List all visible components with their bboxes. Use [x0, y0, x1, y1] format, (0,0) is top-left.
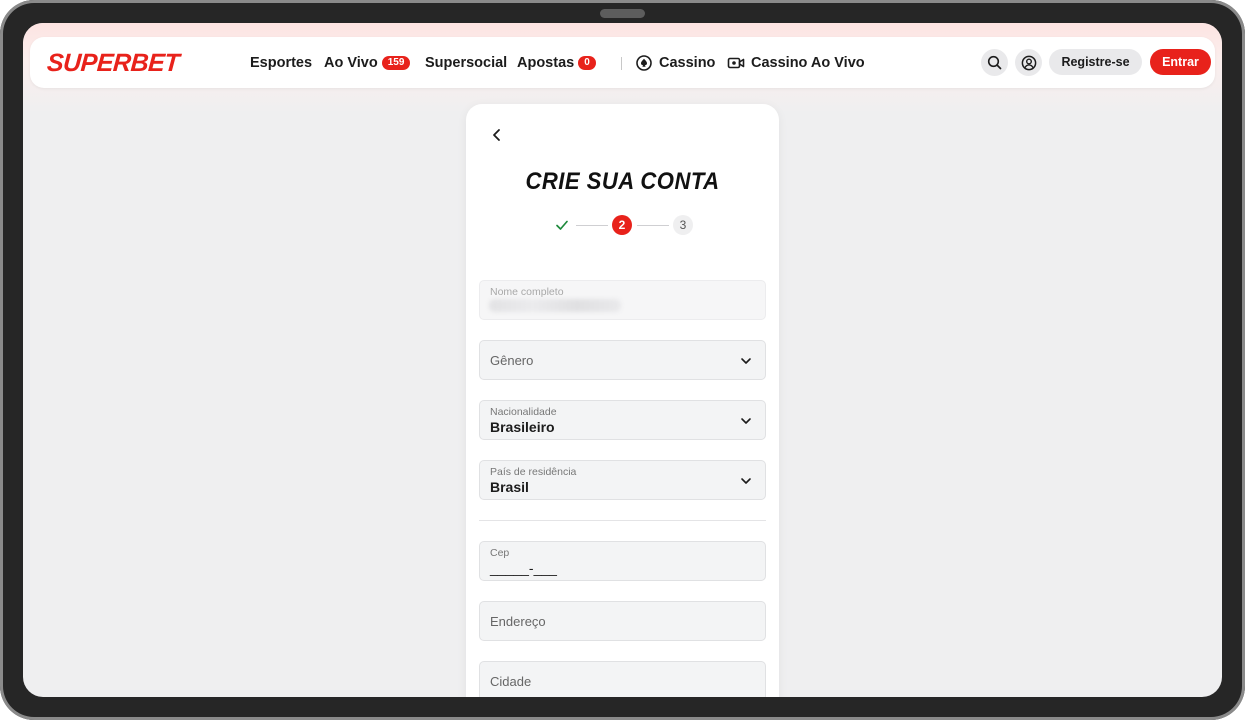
nav-esportes-label: Esportes: [250, 55, 313, 71]
chevron-down-icon: [741, 418, 751, 424]
chevron-down-icon: [741, 478, 751, 484]
cep-input[interactable]: Cep _____-___: [479, 541, 766, 581]
step-1-completed: [553, 216, 571, 234]
check-icon: [556, 220, 568, 230]
nav-apostas[interactable]: Apostas 0: [517, 52, 596, 74]
residence-country-select[interactable]: País de residência Brasil: [479, 460, 766, 500]
screen: SUPERBET Esportes Ao Vivo 159 Supersocia…: [23, 23, 1222, 697]
full-name-field[interactable]: Nome completo: [479, 280, 766, 320]
nav-apostas-label: Apostas: [517, 55, 575, 71]
nav-cassino[interactable]: Cassino: [635, 52, 715, 74]
account-button[interactable]: [1015, 49, 1042, 76]
login-button[interactable]: Entrar: [1150, 49, 1211, 75]
nationality-label: Nacionalidade: [490, 406, 557, 418]
step-3-pending: 3: [673, 215, 693, 235]
gender-placeholder: Gênero: [490, 353, 534, 368]
step-connector-1: [576, 225, 608, 226]
address-input[interactable]: Endereço: [479, 601, 766, 641]
full-name-label: Nome completo: [490, 286, 564, 298]
page-title: CRIE SUA CONTA: [525, 168, 720, 195]
residence-country-value: Brasil: [490, 479, 529, 495]
nav-ao-vivo[interactable]: Ao Vivo 159: [324, 52, 411, 74]
nav-cassino-ao-vivo-label: Cassino Ao Vivo: [751, 55, 865, 71]
step-connector-2: [637, 225, 669, 226]
camera-notch: [600, 9, 645, 18]
search-button[interactable]: [981, 49, 1008, 76]
video-camera-icon: [727, 54, 745, 72]
register-button[interactable]: Registre-se: [1049, 49, 1142, 75]
back-button[interactable]: [488, 126, 506, 144]
bets-count-badge: 0: [578, 56, 596, 70]
residence-country-label: País de residência: [490, 466, 577, 478]
city-input[interactable]: Cidade: [479, 661, 766, 697]
nationality-value: Brasileiro: [490, 419, 555, 435]
spade-chip-icon: [635, 54, 653, 72]
nav-supersocial-label: Supersocial: [425, 55, 508, 71]
city-placeholder: Cidade: [490, 674, 532, 689]
nav-esportes[interactable]: Esportes: [250, 52, 312, 74]
cep-label: Cep: [490, 547, 510, 559]
chevron-down-icon: [741, 358, 751, 364]
nav-cassino-label: Cassino: [659, 55, 716, 71]
top-navbar: SUPERBET Esportes Ao Vivo 159 Supersocia…: [30, 37, 1215, 88]
registration-stepper: 2 3: [466, 214, 779, 236]
nav-supersocial[interactable]: Supersocial: [425, 52, 507, 74]
registration-card: CRIE SUA CONTA 2 3 Nome completo Gênero …: [466, 104, 779, 697]
superbet-logo[interactable]: SUPERBET: [46, 48, 180, 78]
search-icon: [987, 55, 1002, 70]
address-placeholder: Endereço: [490, 614, 546, 629]
user-circle-icon: [1021, 55, 1036, 70]
chevron-left-icon: [493, 129, 500, 141]
nav-divider: [621, 57, 622, 70]
nav-ao-vivo-label: Ao Vivo: [324, 55, 378, 71]
tablet-frame: SUPERBET Esportes Ao Vivo 159 Supersocia…: [0, 0, 1245, 720]
step-2-active: 2: [612, 215, 632, 235]
nationality-select[interactable]: Nacionalidade Brasileiro: [479, 400, 766, 440]
nav-cassino-ao-vivo[interactable]: Cassino Ao Vivo: [727, 52, 865, 74]
full-name-blurred-value: [489, 299, 621, 312]
gender-select[interactable]: Gênero: [479, 340, 766, 380]
live-count-badge: 159: [381, 56, 411, 70]
section-divider: [479, 520, 766, 521]
cep-mask-value: _____-___: [490, 560, 557, 576]
